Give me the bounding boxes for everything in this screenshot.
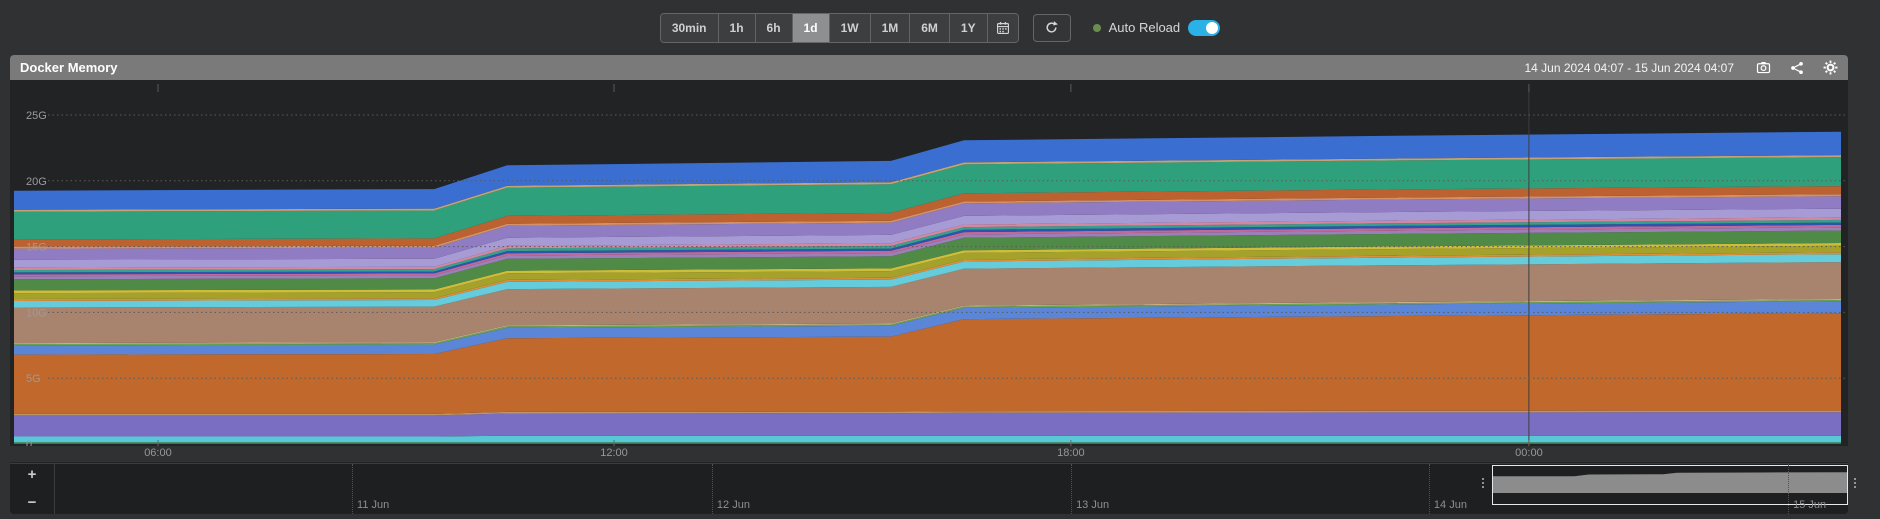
day-label: 12 Jun — [717, 499, 750, 511]
status-dot-icon — [1093, 24, 1101, 32]
range-button-1w[interactable]: 1W — [829, 14, 870, 42]
range-button-6m[interactable]: 6M — [909, 14, 949, 42]
day-label: 15 Jun — [1793, 499, 1826, 511]
date-range-label: 14 Jun 2024 04:07 - 15 Jun 2024 04:07 — [1524, 61, 1734, 75]
date-navigator[interactable]: + − 11 Jun 12 Jun 13 Jun 14 Jun 15 Jun — [10, 463, 1848, 514]
main-chart-svg[interactable]: 0 5G 10G 15G 20G 25G — [10, 81, 1848, 446]
selection-left-handle-icon[interactable] — [1482, 478, 1484, 488]
share-icon[interactable] — [1790, 61, 1804, 75]
chart-title: Docker Memory — [20, 60, 118, 75]
selection-right-handle-icon[interactable] — [1854, 478, 1856, 488]
day-label: 13 Jun — [1076, 499, 1109, 511]
range-button-1d[interactable]: 1d — [792, 14, 829, 42]
x-axis-label: 06:00 — [144, 447, 172, 459]
auto-reload-toggle[interactable] — [1188, 20, 1220, 36]
y-axis-label: 10G — [26, 307, 47, 319]
top-toolbar: 30min1h6h1d1W1M6M1Y Auto Reload — [0, 0, 1880, 55]
calendar-icon[interactable] — [987, 14, 1018, 42]
refresh-icon — [1044, 20, 1059, 35]
range-button-1m[interactable]: 1M — [870, 14, 910, 42]
y-axis-label: 0 — [26, 439, 32, 446]
day-separator — [1429, 464, 1430, 514]
chart-header: Docker Memory 14 Jun 2024 04:07 - 15 Jun… — [10, 55, 1848, 80]
day-separator — [1071, 464, 1072, 514]
chart-header-controls: 14 Jun 2024 04:07 - 15 Jun 2024 04:07 — [1524, 60, 1838, 75]
time-range-group: 30min1h6h1d1W1M6M1Y — [660, 13, 1019, 43]
refresh-button[interactable] — [1033, 14, 1071, 42]
range-button-1h[interactable]: 1h — [718, 14, 755, 42]
range-button-1y[interactable]: 1Y — [949, 14, 987, 42]
y-axis-label: 5G — [26, 373, 41, 385]
dashboard-root: 30min1h6h1d1W1M6M1Y Auto Reload Docker M… — [0, 0, 1880, 519]
camera-icon[interactable] — [1756, 60, 1771, 75]
auto-reload-control: Auto Reload — [1093, 20, 1221, 36]
auto-reload-label: Auto Reload — [1109, 20, 1181, 35]
range-button-30min[interactable]: 30min — [661, 14, 718, 42]
y-axis-label: 15G — [26, 242, 47, 254]
toggle-knob — [1206, 22, 1218, 34]
y-axis-label: 20G — [26, 176, 47, 188]
x-axis-label: 18:00 — [1057, 447, 1085, 459]
navigator-mini-chart — [1493, 466, 1847, 493]
gear-icon[interactable] — [1823, 60, 1838, 75]
day-separator — [352, 464, 353, 514]
x-axis-strip: 06:00 12:00 18:00 00:00 — [10, 446, 1848, 462]
area-layer-01-bottom-green — [14, 442, 1841, 444]
day-separator — [712, 464, 713, 514]
area-layer-02-cyan — [14, 436, 1841, 443]
day-separator — [1788, 464, 1789, 514]
day-label: 14 Jun — [1434, 499, 1467, 511]
x-axis-label: 12:00 — [600, 447, 628, 459]
area-layer-03-purple — [14, 412, 1841, 436]
y-axis-label: 25G — [26, 110, 47, 122]
navigator-zoom-controls: + − — [10, 464, 55, 514]
x-axis-label: 00:00 — [1515, 447, 1543, 459]
day-label: 11 Jun — [357, 499, 389, 511]
range-button-6h[interactable]: 6h — [755, 14, 792, 42]
mini-area — [1493, 472, 1847, 493]
docker-memory-chart-card: Docker Memory 14 Jun 2024 04:07 - 15 Jun… — [10, 55, 1848, 514]
zoom-in-button[interactable]: + — [28, 468, 37, 481]
zoom-out-button[interactable]: − — [28, 496, 37, 509]
